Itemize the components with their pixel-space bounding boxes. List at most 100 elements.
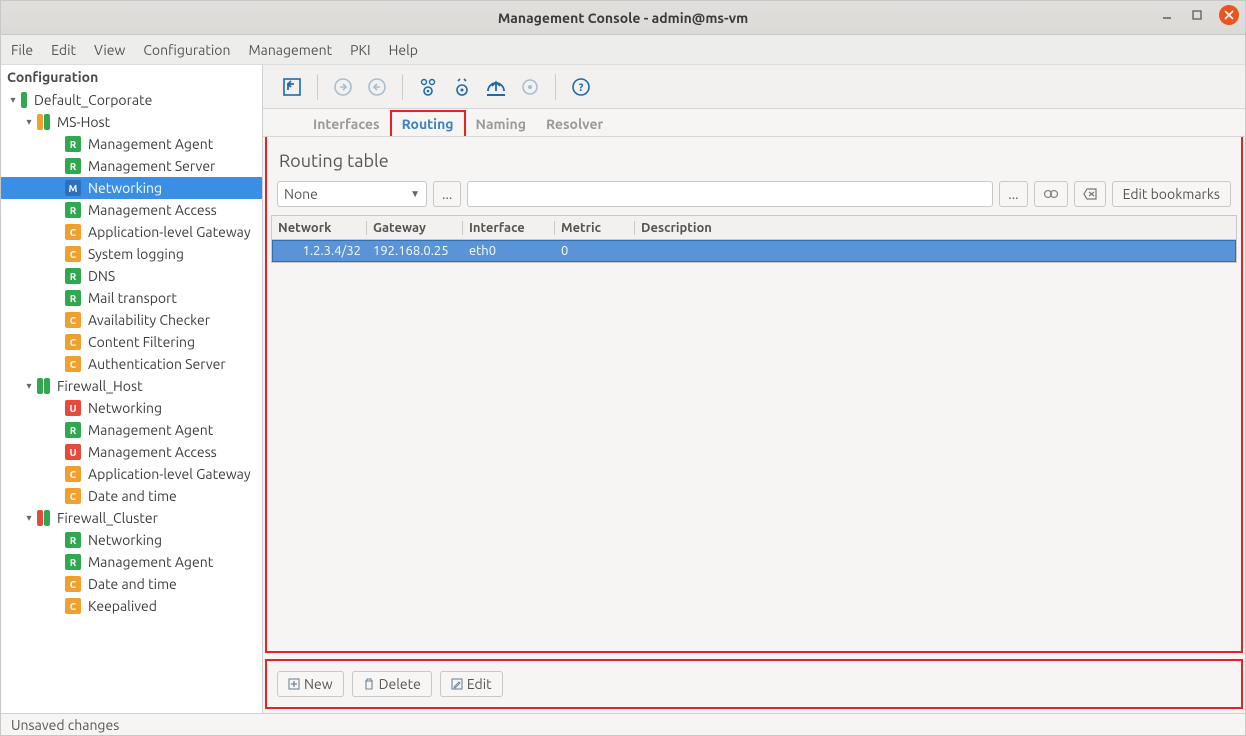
edit-button-label: Edit xyxy=(467,676,492,692)
config-tree[interactable]: ▾Default_Corporate▾MS-HostRManagement Ag… xyxy=(1,89,262,713)
close-button[interactable] xyxy=(1219,5,1239,25)
col-description[interactable]: Description xyxy=(634,221,1236,235)
tree-item[interactable]: ▾MS-Host xyxy=(1,111,262,133)
tree-item-label: Networking xyxy=(86,180,162,196)
cell-network: 1.2.3.4/32 xyxy=(273,244,367,258)
menu-view[interactable]: View xyxy=(94,42,125,58)
tree-item[interactable]: ▾ Default_Corporate xyxy=(1,89,262,111)
tree-item[interactable]: C Date and time xyxy=(1,485,262,507)
filter-browse-button[interactable]: ... xyxy=(999,181,1027,207)
tree-badges: C xyxy=(65,598,82,614)
minimize-button[interactable] xyxy=(1159,7,1175,23)
check-config-icon[interactable] xyxy=(447,72,477,102)
tree-item-label: Management Access xyxy=(86,444,217,460)
tree-item[interactable]: CApplication-level Gateway xyxy=(1,463,262,485)
tree-item-label: Management Agent xyxy=(86,554,213,570)
menu-configuration[interactable]: Configuration xyxy=(143,42,230,58)
tree-item[interactable]: RManagement Access xyxy=(1,199,262,221)
view-config-icon[interactable] xyxy=(413,72,443,102)
edit-bookmarks-button[interactable]: Edit bookmarks xyxy=(1112,181,1231,207)
upload-config-icon[interactable] xyxy=(481,72,511,102)
badge-icon xyxy=(44,114,50,130)
pencil-icon xyxy=(451,678,463,690)
tree-item-label: Default_Corporate xyxy=(32,92,152,108)
tree-item[interactable]: RDNS xyxy=(1,265,262,287)
expander-icon[interactable]: ▾ xyxy=(7,94,19,106)
action-bar: New Delete Edit xyxy=(267,661,1241,707)
gears-icon[interactable] xyxy=(1034,181,1068,207)
tab-naming[interactable]: Naming xyxy=(466,112,536,136)
action-bar-highlight: New Delete Edit xyxy=(265,659,1243,709)
tree-badges xyxy=(21,92,28,108)
col-network[interactable]: Network xyxy=(272,221,366,235)
parent-icon[interactable] xyxy=(277,72,307,102)
tree-item[interactable]: RManagement Server xyxy=(1,155,262,177)
tree-badges: C xyxy=(65,356,82,372)
table-row[interactable]: 1.2.3.4/32 192.168.0.25 eth0 0 xyxy=(272,240,1236,262)
tab-routing[interactable]: Routing xyxy=(390,110,466,136)
menu-edit[interactable]: Edit xyxy=(51,42,76,58)
tree-item-label: Firewall_Cluster xyxy=(55,510,158,526)
badge-icon: U xyxy=(65,444,81,460)
expander-icon[interactable]: ▾ xyxy=(23,512,35,524)
col-gateway[interactable]: Gateway xyxy=(366,221,462,235)
routing-panel-highlight: Routing table None ▼ ... ... Edit xyxy=(265,137,1243,653)
menu-management[interactable]: Management xyxy=(248,42,332,58)
commit-icon[interactable] xyxy=(328,72,358,102)
delete-button[interactable]: Delete xyxy=(352,671,432,697)
tree-item[interactable]: U Management Access xyxy=(1,441,262,463)
new-button[interactable]: New xyxy=(277,671,344,697)
expander-icon[interactable]: ▾ xyxy=(23,116,35,128)
filter-input[interactable] xyxy=(467,181,993,207)
badge-icon: C xyxy=(65,246,81,262)
tree-item-label: System logging xyxy=(86,246,184,262)
help-icon[interactable]: ? xyxy=(566,72,596,102)
edit-button[interactable]: Edit xyxy=(440,671,503,697)
tree-item-label: Management Agent xyxy=(86,136,213,152)
tree-item-label: Date and time xyxy=(86,488,177,504)
statusbar: Unsaved changes xyxy=(1,713,1245,735)
menu-help[interactable]: Help xyxy=(389,42,418,58)
tree-item[interactable]: RManagement Agent xyxy=(1,419,262,441)
control-service-icon[interactable] xyxy=(515,72,545,102)
tree-item[interactable]: ▾Firewall_Host xyxy=(1,375,262,397)
tree-item[interactable]: RNetworking xyxy=(1,529,262,551)
tree-item[interactable]: CApplication-level Gateway xyxy=(1,221,262,243)
tree-item[interactable]: CAvailability Checker xyxy=(1,309,262,331)
window-controls xyxy=(1159,5,1239,25)
col-metric[interactable]: Metric xyxy=(554,221,634,235)
tree-item[interactable]: CAuthentication Server xyxy=(1,353,262,375)
tree-item[interactable]: UNetworking xyxy=(1,397,262,419)
toolbar-separator xyxy=(317,74,318,100)
expander-icon[interactable]: ▾ xyxy=(23,380,35,392)
menu-file[interactable]: File xyxy=(11,42,33,58)
tree-item[interactable]: C System logging xyxy=(1,243,262,265)
badge-icon: C xyxy=(65,488,81,504)
tree-item[interactable]: RManagement Agent xyxy=(1,551,262,573)
tab-interfaces[interactable]: Interfaces xyxy=(303,112,390,136)
tree-item[interactable]: MNetworking xyxy=(1,177,262,199)
sidebar-header: Configuration xyxy=(1,65,262,89)
tree-item[interactable]: RMail transport xyxy=(1,287,262,309)
trash-icon xyxy=(363,678,375,690)
tree-item[interactable]: CDate and time xyxy=(1,573,262,595)
tree-item[interactable]: CContent Filtering xyxy=(1,331,262,353)
tree-item-label: Networking xyxy=(86,400,162,416)
new-button-label: New xyxy=(304,676,333,692)
badge-icon: C xyxy=(65,576,81,592)
filter-more-button[interactable]: ... xyxy=(433,181,461,207)
tree-item[interactable]: RManagement Agent xyxy=(1,133,262,155)
col-interface[interactable]: Interface xyxy=(462,221,554,235)
tree-item[interactable]: ▾ Firewall_Cluster xyxy=(1,507,262,529)
plus-icon xyxy=(288,678,300,690)
clear-icon[interactable] xyxy=(1074,181,1106,207)
revert-icon[interactable] xyxy=(362,72,392,102)
tree-item[interactable]: CKeepalived xyxy=(1,595,262,617)
maximize-button[interactable] xyxy=(1189,7,1205,23)
filter-select[interactable]: None ▼ xyxy=(277,181,427,207)
tab-resolver[interactable]: Resolver xyxy=(536,112,613,136)
tree-item-label: Management Access xyxy=(86,202,217,218)
menu-pki[interactable]: PKI xyxy=(350,42,370,58)
tree-badges: U xyxy=(65,400,82,416)
section-title: Routing table xyxy=(267,137,1241,181)
